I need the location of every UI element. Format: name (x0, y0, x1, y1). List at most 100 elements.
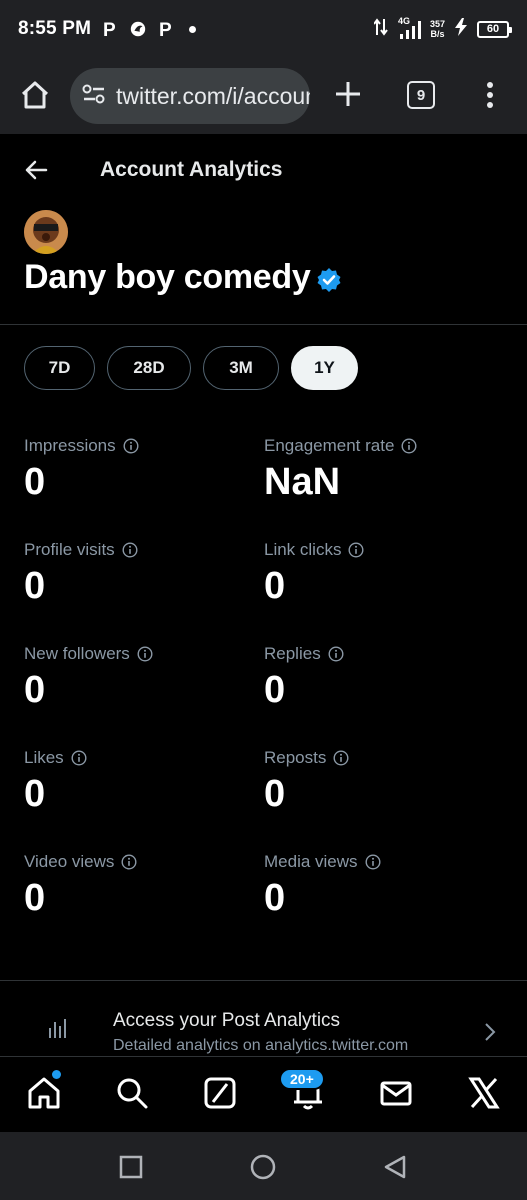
metric-label: New followers (24, 644, 153, 664)
metric-value: 0 (264, 773, 286, 815)
network-speed-value: 357 (429, 19, 445, 29)
post-analytics-link[interactable]: Access your Post Analytics Detailed anal… (0, 990, 527, 1056)
info-icon[interactable] (328, 646, 344, 662)
metric-label-text: Profile visits (24, 540, 115, 559)
grok-icon[interactable] (202, 1075, 238, 1111)
account-name: Dany boy comedy (24, 258, 342, 297)
metric-label-text: Replies (264, 644, 321, 663)
more-menu-icon[interactable] (480, 78, 500, 112)
metric-label: Impressions (24, 436, 139, 456)
paypal-app-icon: P (101, 19, 119, 39)
tab-switcher-button[interactable]: 9 (407, 81, 435, 109)
home-unread-dot (52, 1070, 61, 1079)
info-icon[interactable] (137, 646, 153, 662)
network-speed: 357 B/s (430, 19, 445, 39)
metrics-divider (0, 980, 527, 981)
signal-icon: 4G (396, 16, 422, 40)
info-icon[interactable] (401, 438, 417, 454)
metric-value: 0 (264, 877, 286, 919)
metric-likes: Likes 0 (24, 748, 87, 814)
notifications-badge: 20+ (279, 1068, 325, 1090)
metric-value: 0 (24, 877, 46, 919)
paypal-app-icon-letter: P (103, 20, 116, 39)
metric-replies: Replies 0 (264, 644, 344, 710)
x-logo-icon[interactable] (466, 1075, 502, 1111)
chevron-right-icon (482, 1022, 498, 1042)
metric-label: Link clicks (264, 540, 364, 560)
metric-label-text: Video views (24, 852, 115, 871)
metric-label-text: Link clicks (264, 540, 342, 559)
browser-toolbar: twitter.com/i/account_analytics 9 (0, 58, 527, 134)
metric-label: Video views (24, 852, 137, 872)
period-7d-button[interactable]: 7D (24, 346, 95, 390)
status-bar: 8:55 PM P P 4G 357 B/s 60 (0, 0, 527, 58)
metric-value: 0 (24, 669, 46, 711)
info-icon[interactable] (122, 542, 138, 558)
recents-icon[interactable] (118, 1154, 144, 1180)
page-title: Account Analytics (100, 158, 283, 181)
metric-value: NaN (264, 461, 341, 503)
metric-video-views: Video views 0 (24, 852, 137, 918)
back-arrow-icon[interactable] (22, 156, 50, 184)
tab-count: 9 (416, 86, 426, 104)
info-icon[interactable] (71, 750, 87, 766)
site-settings-icon[interactable] (82, 83, 106, 110)
post-analytics-title: Access your Post Analytics (113, 1010, 341, 1031)
metric-value: 0 (24, 461, 46, 503)
battery-icon: 60 (477, 20, 512, 38)
url-text: twitter.com/i/account_analytics (116, 82, 310, 109)
info-icon[interactable] (333, 750, 349, 766)
metric-label-text: Likes (24, 748, 64, 767)
metric-value: 0 (264, 565, 286, 607)
post-analytics-subtitle: Detailed analytics on analytics.twitter.… (113, 1037, 409, 1054)
paypal-app-icon-2: P (157, 19, 175, 39)
metric-label-text: Media views (264, 852, 358, 871)
account-name-text: Dany boy comedy (24, 258, 311, 296)
period-3m-button[interactable]: 3M (203, 346, 279, 390)
period-28d-button[interactable]: 28D (107, 346, 191, 390)
status-time: 8:55 PM (18, 18, 92, 39)
new-tab-icon[interactable] (332, 78, 364, 110)
metric-label-text: New followers (24, 644, 130, 663)
search-icon[interactable] (114, 1075, 150, 1111)
metric-label: Reposts (264, 748, 349, 768)
verified-badge-icon (316, 267, 342, 293)
bottom-navigation (0, 1056, 527, 1132)
data-transfer-icon (373, 17, 388, 42)
back-triangle-icon[interactable] (382, 1154, 408, 1180)
charging-icon (453, 17, 469, 41)
metric-label: Engagement rate (264, 436, 417, 456)
network-speed-unit: B/s (430, 29, 445, 39)
metric-impressions: Impressions 0 (24, 436, 139, 502)
period-1y-button[interactable]: 1Y (291, 346, 358, 390)
browser-home-icon[interactable] (18, 78, 52, 112)
metric-link-clicks: Link clicks 0 (264, 540, 364, 606)
info-icon[interactable] (365, 854, 381, 870)
page-header: Account Analytics (0, 134, 527, 206)
header-divider (0, 324, 527, 325)
address-bar[interactable]: twitter.com/i/account_analytics (70, 68, 310, 124)
metric-label: Media views (264, 852, 381, 872)
metric-value: 0 (24, 565, 46, 607)
metric-engagement-rate: Engagement rate NaN (264, 436, 417, 502)
paypal-app-icon-2-letter: P (159, 20, 172, 39)
bird-app-icon (129, 19, 147, 39)
notification-dot-icon (189, 25, 197, 33)
metric-profile-visits: Profile visits 0 (24, 540, 138, 606)
system-navigation-bar (0, 1132, 527, 1200)
metric-label: Profile visits (24, 540, 138, 560)
mail-icon[interactable] (378, 1075, 414, 1111)
info-icon[interactable] (121, 854, 137, 870)
bar-chart-icon (48, 1018, 68, 1038)
home-circle-icon[interactable] (250, 1154, 276, 1180)
metric-new-followers: New followers 0 (24, 644, 153, 710)
info-icon[interactable] (123, 438, 139, 454)
metric-label-text: Engagement rate (264, 436, 395, 455)
avatar[interactable] (24, 210, 68, 254)
metric-value: 0 (24, 773, 46, 815)
info-icon[interactable] (348, 542, 364, 558)
period-selector: 7D 28D 3M 1Y (24, 346, 358, 390)
home-icon[interactable] (26, 1075, 62, 1111)
metric-label-text: Impressions (24, 436, 116, 455)
metric-label-text: Reposts (264, 748, 327, 767)
